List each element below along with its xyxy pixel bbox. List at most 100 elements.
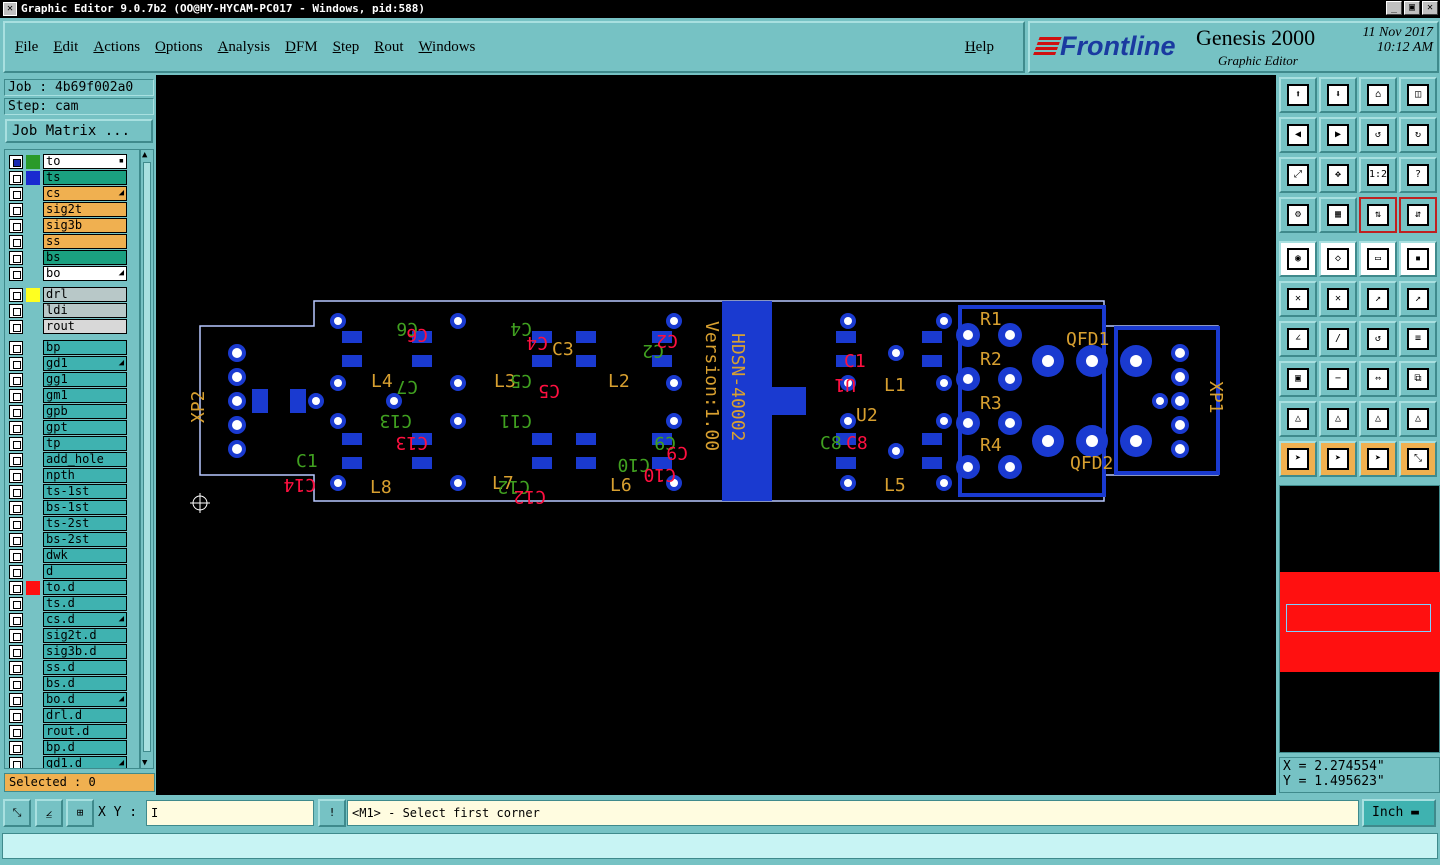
tool-button[interactable]: ✥ <box>1319 157 1357 193</box>
layer-name[interactable]: gpb <box>43 404 127 419</box>
layer-scrollbar[interactable]: ▲ ▼ <box>140 149 154 769</box>
layer-color-swatch[interactable] <box>26 453 40 467</box>
tool-button[interactable]: / <box>1319 321 1357 357</box>
minimap[interactable] <box>1279 485 1440 753</box>
scroll-up-icon[interactable]: ▲ <box>142 150 147 160</box>
layer-color-swatch[interactable] <box>26 501 40 515</box>
menu-rout[interactable]: Rout <box>374 39 403 56</box>
tool-button[interactable]: ➤ <box>1319 441 1357 477</box>
layer-checkbox[interactable] <box>9 373 23 387</box>
tool-button[interactable]: ⇅ <box>1359 197 1397 233</box>
tool-button[interactable]: ? <box>1399 157 1437 193</box>
layer-row[interactable]: cs.d ◢ <box>9 612 139 627</box>
layer-checkbox[interactable] <box>9 187 23 201</box>
layer-checkbox[interactable] <box>9 389 23 403</box>
layer-row[interactable]: cs ◢ <box>9 186 139 201</box>
tool-button[interactable]: ▪ <box>1399 241 1437 277</box>
layer-checkbox[interactable] <box>9 517 23 531</box>
layer-checkbox[interactable] <box>9 629 23 643</box>
layer-row[interactable]: bs <box>9 250 139 265</box>
layer-name[interactable]: ts-2st <box>43 516 127 531</box>
layer-row[interactable]: dwk <box>9 548 139 563</box>
scroll-down-icon[interactable]: ▼ <box>142 758 147 768</box>
unit-selector[interactable]: Inch ▬ <box>1362 799 1436 827</box>
layer-checkbox[interactable] <box>9 405 23 419</box>
layer-color-swatch[interactable] <box>26 645 40 659</box>
layer-checkbox[interactable] <box>9 288 23 302</box>
layer-row[interactable]: ts.d <box>9 596 139 611</box>
layer-color-swatch[interactable] <box>26 565 40 579</box>
layer-name[interactable]: gd1 ◢ <box>43 356 127 371</box>
menu-dfm[interactable]: DFM <box>285 39 318 56</box>
layer-row[interactable]: rout <box>9 319 139 334</box>
layer-row[interactable]: bo.d ◢ <box>9 692 139 707</box>
layer-name[interactable]: bp.d <box>43 740 127 755</box>
layer-checkbox[interactable] <box>9 549 23 563</box>
layer-name[interactable]: bo.d ◢ <box>43 692 127 707</box>
layer-row[interactable]: sig3b.d <box>9 644 139 659</box>
layer-name[interactable]: ts <box>43 170 127 185</box>
layer-row[interactable]: bs.d <box>9 676 139 691</box>
tool-button[interactable]: ⇵ <box>1399 197 1437 233</box>
tool-button[interactable]: ◫ <box>1399 77 1437 113</box>
layer-row[interactable]: gm1 <box>9 388 139 403</box>
layer-name[interactable]: ts-1st <box>43 484 127 499</box>
layer-checkbox[interactable] <box>9 155 23 169</box>
tool-button[interactable]: ∠ <box>1279 321 1317 357</box>
layer-color-swatch[interactable] <box>26 373 40 387</box>
layer-checkbox[interactable] <box>9 171 23 185</box>
layer-checkbox[interactable] <box>9 645 23 659</box>
layer-name[interactable]: bs.d <box>43 676 127 691</box>
layer-color-swatch[interactable] <box>26 661 40 675</box>
layer-name[interactable]: sig3b <box>43 218 127 233</box>
layer-color-swatch[interactable] <box>26 709 40 723</box>
layer-row[interactable]: gd1 ◢ <box>9 356 139 371</box>
layer-name[interactable]: ss.d <box>43 660 127 675</box>
layer-name[interactable]: drl <box>43 287 127 302</box>
layer-checkbox[interactable] <box>9 219 23 233</box>
layer-checkbox[interactable] <box>9 565 23 579</box>
layer-color-swatch[interactable] <box>26 757 40 768</box>
layer-checkbox[interactable] <box>9 693 23 707</box>
layer-color-swatch[interactable] <box>26 235 40 249</box>
layer-color-swatch[interactable] <box>26 155 40 169</box>
tool-button[interactable]: ⬆ <box>1279 77 1317 113</box>
layer-row[interactable]: ldi <box>9 303 139 318</box>
layer-row[interactable]: ss <box>9 234 139 249</box>
layer-row[interactable]: gpt <box>9 420 139 435</box>
layer-checkbox[interactable] <box>9 203 23 217</box>
layer-row[interactable]: ss.d <box>9 660 139 675</box>
minimize-button[interactable]: _ <box>1386 1 1402 15</box>
layer-name[interactable]: ss <box>43 234 127 249</box>
layer-color-swatch[interactable] <box>26 405 40 419</box>
layer-checkbox[interactable] <box>9 677 23 691</box>
tool-button[interactable]: ▦ <box>1319 197 1357 233</box>
layer-checkbox[interactable] <box>9 251 23 265</box>
layer-name[interactable]: d <box>43 564 127 579</box>
layer-color-swatch[interactable] <box>26 171 40 185</box>
layer-row[interactable]: sig2t.d <box>9 628 139 643</box>
layer-color-swatch[interactable] <box>26 581 40 595</box>
layer-color-swatch[interactable] <box>26 741 40 755</box>
layer-checkbox[interactable] <box>9 581 23 595</box>
layer-checkbox[interactable] <box>9 320 23 334</box>
layer-name[interactable]: cs.d ◢ <box>43 612 127 627</box>
tool-button[interactable]: ▶ <box>1319 117 1357 153</box>
tool-button[interactable]: 1:2 <box>1359 157 1397 193</box>
layer-row[interactable]: add_hole <box>9 452 139 467</box>
layer-color-swatch[interactable] <box>26 517 40 531</box>
tool-button[interactable]: ◀ <box>1279 117 1317 153</box>
layer-checkbox[interactable] <box>9 469 23 483</box>
layer-checkbox[interactable] <box>9 357 23 371</box>
scroll-thumb[interactable] <box>143 162 151 752</box>
layer-color-swatch[interactable] <box>26 533 40 547</box>
layer-checkbox[interactable] <box>9 341 23 355</box>
tool-button[interactable]: ⌂ <box>1359 77 1397 113</box>
grid-snap-button[interactable]: ⊞ <box>66 799 94 827</box>
job-matrix-button[interactable]: Job Matrix ... <box>5 119 153 143</box>
layer-checkbox[interactable] <box>9 485 23 499</box>
tool-button[interactable]: ◇ <box>1319 241 1357 277</box>
tool-button[interactable]: ⤢ <box>1279 157 1317 193</box>
layer-row[interactable]: bp.d <box>9 740 139 755</box>
layer-row[interactable]: gg1 <box>9 372 139 387</box>
